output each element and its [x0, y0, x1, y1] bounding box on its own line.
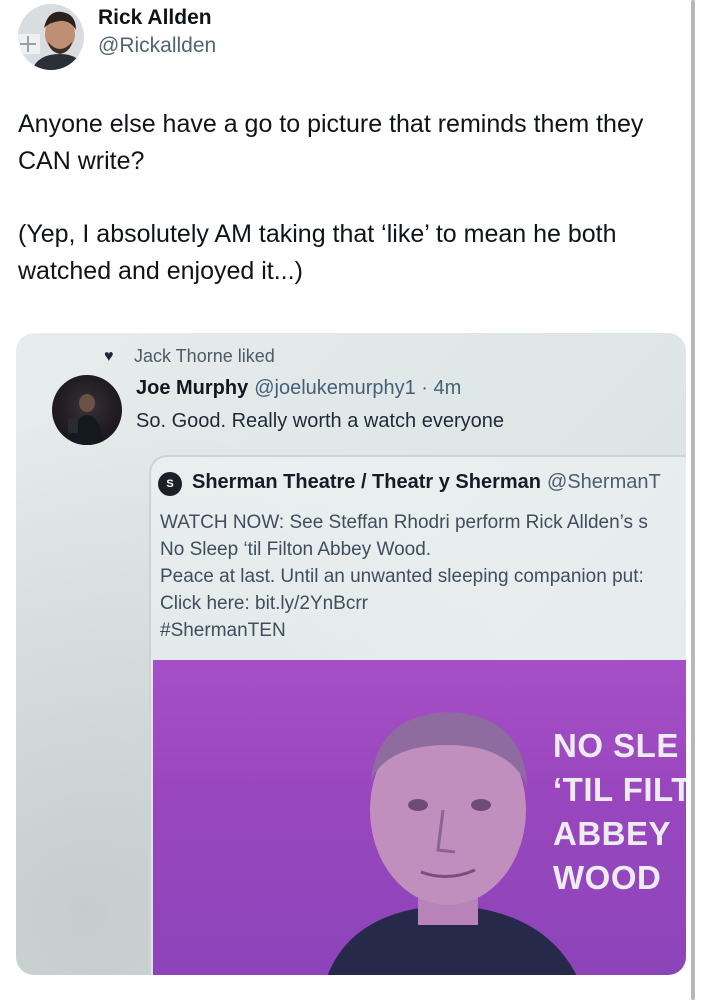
scrollbar[interactable] [691, 0, 695, 1000]
quoted-text-line: WATCH NOW: See Steffan Rhodri perform Ri… [160, 512, 648, 533]
quoted-tweet-header: Sherman Theatre / Theatr y Sherman @Sherm… [192, 471, 661, 494]
tweet-text: Anyone else have a go to picture that re… [18, 106, 678, 290]
quoted-text-line: Click here: bit.ly/2YnBcrr [160, 593, 369, 614]
quoted-author-handle: @ShermanT [547, 471, 661, 493]
author-avatar[interactable] [18, 4, 84, 70]
reply-header: Joe Murphy @joelukemurphy1 · 4m [136, 377, 461, 400]
heart-icon: ♥ [104, 348, 114, 365]
author-avatar-image [18, 4, 84, 70]
author-handle[interactable]: @Rickallden [98, 34, 216, 58]
promo-title-line: ABBEY [553, 815, 672, 852]
promo-title-line: WOOD [553, 859, 662, 896]
author-name[interactable]: Rick Allden [98, 6, 212, 30]
quoted-author-name: Sherman Theatre / Theatr y Sherman [192, 471, 542, 493]
quoted-text-line: #ShermanTEN [160, 620, 286, 641]
reply-author-name: Joe Murphy [136, 377, 249, 399]
sherman-logo-icon: S [158, 472, 182, 496]
tweet-paragraph: Anyone else have a go to picture that re… [18, 110, 644, 175]
reply-avatar-image [68, 394, 104, 445]
liked-by-label: Jack Thorne liked [134, 346, 275, 366]
quoted-tweet-text: WATCH NOW: See Steffan Rhodri perform Ri… [160, 509, 648, 644]
reply-avatar [52, 375, 122, 445]
tweet-page: Rick Allden @Rickallden Anyone else have… [0, 0, 701, 1000]
promo-title-line: ‘TIL FILT [553, 771, 686, 808]
promo-title-line: NO SLE [553, 727, 679, 764]
quoted-text-line: Peace at last. Until an unwanted sleepin… [160, 566, 644, 587]
tweet-paragraph: (Yep, I absolutely AM taking that ‘like’… [18, 220, 617, 285]
quoted-text-line: No Sleep ‘til Filton Abbey Wood. [160, 539, 432, 560]
promo-title: NO SLE ‘TIL FILT ABBEY WOOD [553, 724, 686, 900]
tweet-photo[interactable]: ♥ Jack Thorne liked Joe Murphy @joelukemu… [16, 333, 686, 975]
promo-image: NO SLE ‘TIL FILT ABBEY WOOD [153, 660, 686, 975]
reply-text: So. Good. Really worth a watch everyone [136, 410, 504, 432]
reply-author-handle: @joelukemurphy1 · 4m [254, 377, 462, 399]
